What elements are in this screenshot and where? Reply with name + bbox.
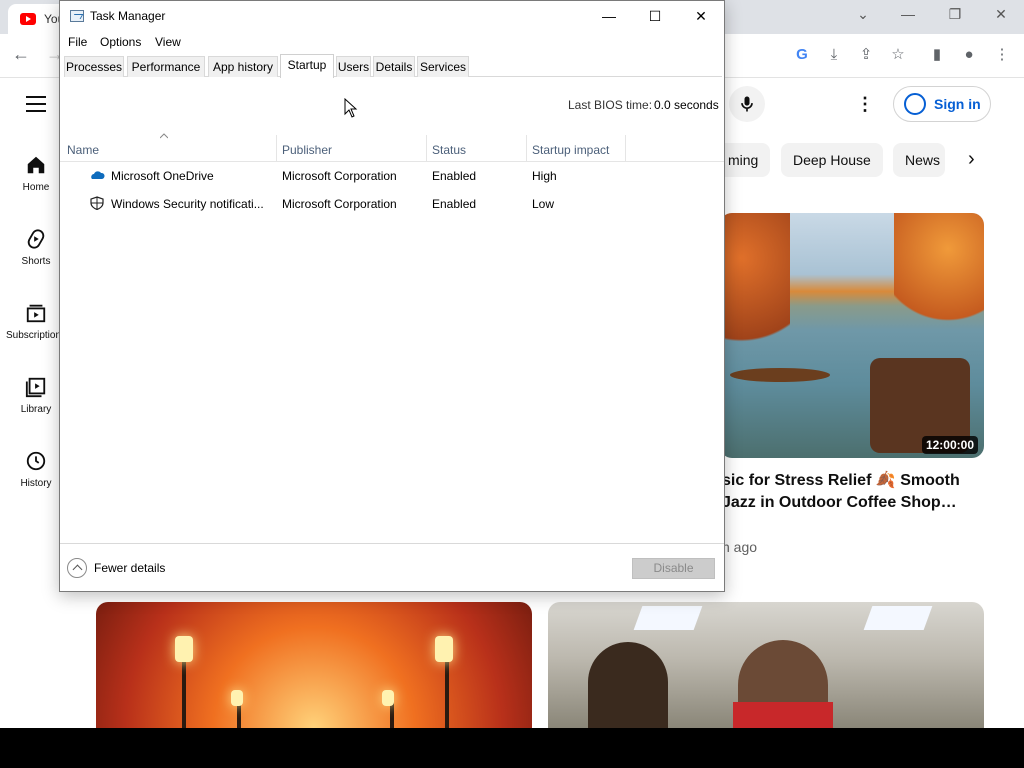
sidebar-item-label: History (20, 478, 52, 489)
shorts-icon (27, 229, 45, 249)
last-bios-time-value: 0.0 seconds (654, 98, 719, 112)
home-icon (27, 156, 45, 174)
tab-performance[interactable]: Performance (127, 56, 205, 77)
table-row[interactable]: Microsoft OneDrive Microsoft Corporation… (60, 162, 724, 188)
menu-options[interactable]: Options (100, 35, 141, 49)
row-name: Windows Security notificati... (111, 197, 264, 211)
video-thumbnail-lake-cafe[interactable]: 12:00:00 (720, 213, 984, 458)
chip-scroll-right-icon[interactable]: › (968, 148, 975, 171)
row-impact: High (532, 169, 557, 183)
bookmark-star-icon[interactable]: ☆ (889, 46, 907, 64)
maximize-button[interactable]: ☐ (632, 1, 678, 31)
row-status: Enabled (432, 197, 477, 211)
chevron-up-circle-icon (67, 558, 87, 578)
subscriptions-icon (26, 304, 46, 323)
row-name: Microsoft OneDrive (111, 169, 214, 183)
column-header-status[interactable]: Status (432, 143, 466, 157)
hamburger-menu-icon[interactable] (26, 96, 46, 112)
history-icon (26, 451, 46, 471)
tab-startup[interactable]: Startup (280, 54, 334, 78)
youtube-logo-icon (20, 13, 36, 25)
sign-in-button[interactable]: Sign in (893, 86, 991, 122)
side-panel-icon[interactable]: ▮ (928, 46, 946, 64)
table-row[interactable]: Windows Security notificati... Microsoft… (60, 190, 724, 216)
voice-search-button[interactable] (729, 86, 765, 122)
menu-view[interactable]: View (155, 35, 181, 49)
tab-processes[interactable]: Processes (64, 56, 124, 77)
microphone-icon (741, 96, 753, 112)
video-title[interactable]: sic for Stress Relief 🍂 Smooth Jazz in O… (722, 470, 962, 514)
column-divider[interactable] (625, 135, 626, 161)
google-g-icon[interactable]: G (793, 46, 811, 64)
sidebar-item-label: Home (22, 182, 50, 193)
tab-services[interactable]: Services (417, 56, 469, 77)
task-manager-titlebar[interactable]: Task Manager — ☐ ✕ (60, 1, 724, 31)
task-manager-window: Task Manager — ☐ ✕ File Options View Pro… (59, 0, 725, 592)
user-circle-icon (904, 93, 926, 115)
tab-details[interactable]: Details (373, 56, 415, 77)
sidebar-item-label: Subscriptions (5, 330, 67, 341)
sidebar-item-label: Shorts (21, 256, 51, 267)
column-header-publisher[interactable]: Publisher (282, 143, 332, 157)
install-app-icon[interactable]: ⤓ (825, 46, 843, 64)
more-options-icon[interactable]: ⋮ (856, 94, 874, 115)
share-icon[interactable]: ⇪ (857, 46, 875, 64)
tab-app-history[interactable]: App history (208, 56, 278, 77)
row-publisher: Microsoft Corporation (282, 169, 397, 183)
profile-avatar-icon[interactable]: ● (960, 46, 978, 64)
task-manager-app-icon (70, 10, 84, 22)
windows-security-shield-icon (90, 196, 104, 210)
column-header-startup-impact[interactable]: Startup impact (532, 143, 609, 157)
row-publisher: Microsoft Corporation (282, 197, 397, 211)
video-duration-badge: 12:00:00 (921, 436, 978, 454)
disable-button[interactable]: Disable (632, 558, 715, 579)
browser-menu-icon[interactable]: ⋮ (993, 46, 1011, 64)
tab-users[interactable]: Users (336, 56, 371, 77)
tab-bar: Processes Performance App history Startu… (64, 54, 722, 78)
column-divider[interactable] (276, 135, 277, 161)
close-button[interactable]: ✕ (678, 1, 724, 31)
column-header-name[interactable]: Name (67, 143, 99, 157)
video-thumbnail-autumn-street[interactable] (96, 602, 532, 728)
footer-divider (60, 543, 724, 544)
minimize-button[interactable]: — (586, 1, 632, 31)
browser-minimize-button[interactable]: — (893, 6, 923, 22)
onedrive-cloud-icon (91, 171, 105, 179)
fewer-details-label: Fewer details (94, 561, 166, 575)
video-meta: h ago (722, 539, 758, 555)
tab-search-chevron-icon[interactable]: ⌄ (848, 6, 878, 23)
sign-in-label: Sign in (934, 96, 981, 112)
row-impact: Low (532, 197, 555, 211)
browser-close-button[interactable]: ✕ (986, 6, 1016, 23)
last-bios-time-label: Last BIOS time: (568, 98, 653, 112)
library-icon (25, 377, 46, 398)
mouse-cursor-icon (344, 98, 358, 118)
menu-file[interactable]: File (68, 35, 87, 49)
video-thumbnail-shop[interactable] (548, 602, 984, 728)
window-title: Task Manager (90, 9, 166, 23)
sort-ascending-icon (160, 133, 168, 139)
back-arrow-icon[interactable]: ← (12, 44, 30, 65)
browser-restore-button[interactable]: ❐ (940, 6, 970, 23)
chip-news[interactable]: News (893, 143, 945, 177)
sidebar-item-label: Library (20, 404, 52, 415)
row-status: Enabled (432, 169, 477, 183)
chip-deep-house[interactable]: Deep House (781, 143, 883, 177)
column-divider[interactable] (426, 135, 427, 161)
screen-bottom-bar (0, 728, 1024, 768)
column-divider[interactable] (526, 135, 527, 161)
